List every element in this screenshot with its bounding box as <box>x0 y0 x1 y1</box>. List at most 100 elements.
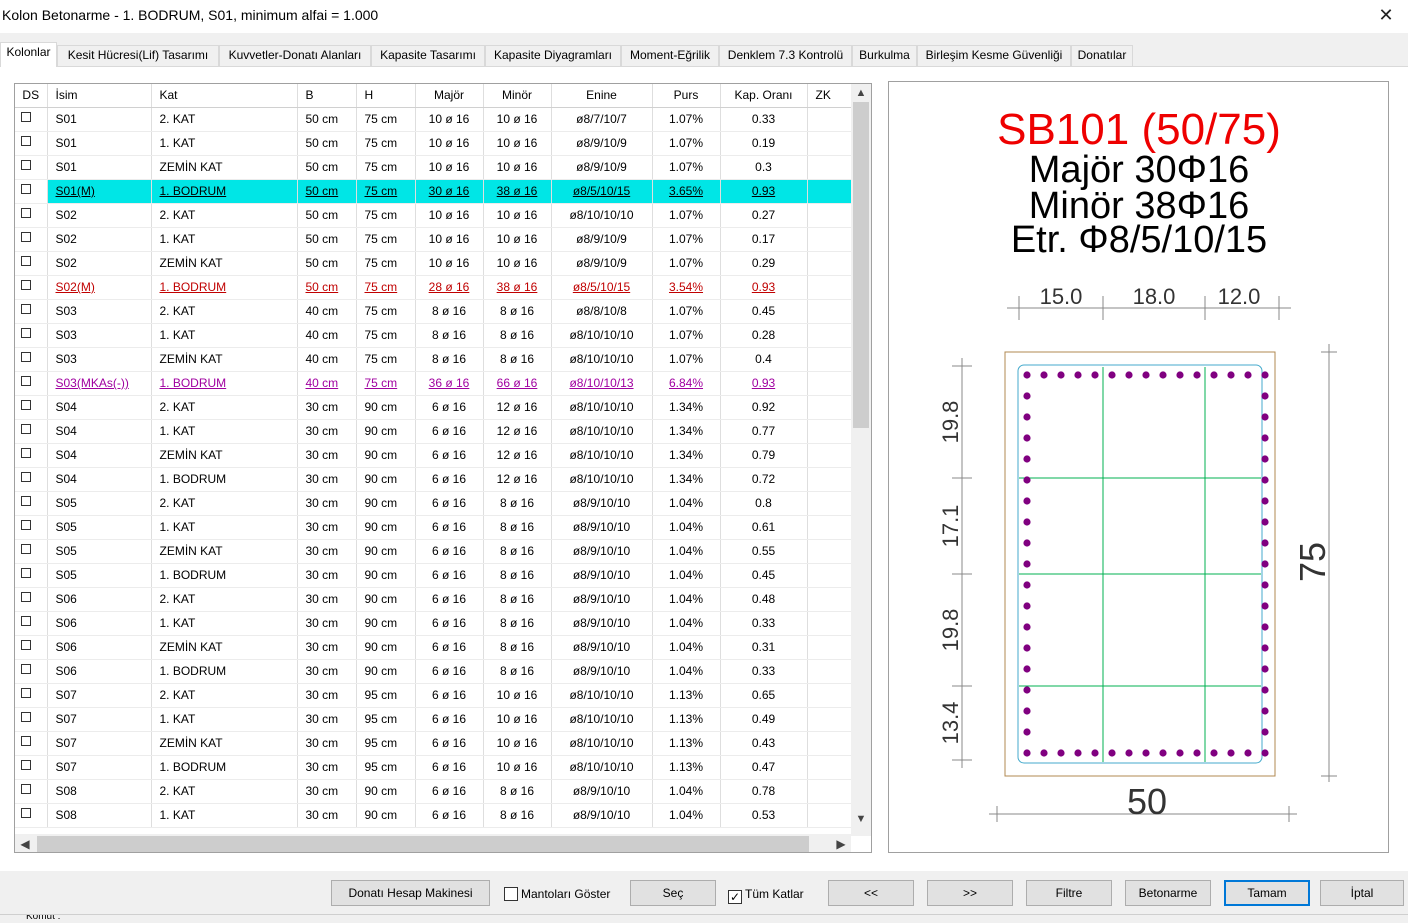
table-row[interactable]: S02 1. KAT 50 cm 75 cm 10 ø 16 10 ø 16 ø8/9/10… <box>15 227 852 252</box>
ds-checkbox[interactable] <box>21 543 31 554</box>
header-kap-orani[interactable]: Kap. Oranı <box>720 84 808 108</box>
ok-button[interactable]: Tamam <box>1224 880 1310 906</box>
ds-checkbox[interactable] <box>21 735 31 746</box>
table-row[interactable]: S07 2. KAT 30 cm 95 cm 6 ø 16 10 ø 16 ø8/10/10… <box>15 683 852 708</box>
ds-checkbox[interactable] <box>21 687 31 698</box>
table-row[interactable]: S01 1. KAT 50 cm 75 cm 10 ø 16 10 ø 16 ø8/9/10… <box>15 131 852 156</box>
filter-button[interactable]: Filtre <box>1026 880 1112 906</box>
tab-kapasite-tasarimi[interactable]: Kapasite Tasarımı <box>371 45 485 66</box>
ds-checkbox[interactable] <box>21 111 31 122</box>
table-row[interactable]: S07 1. BODRUM 30 cm 95 cm 6 ø 16 10 ø 16 ø8/10… <box>15 755 852 780</box>
table-row[interactable]: S01(M) 1. BODRUM 50 cm 75 cm 30 ø 16 38 ø 16 ø… <box>15 179 852 204</box>
tab-burkulma[interactable]: Burkulma <box>852 45 917 66</box>
cancel-button[interactable]: İptal <box>1320 880 1404 906</box>
table-row[interactable]: S01 ZEMİN KAT 50 cm 75 cm 10 ø 16 10 ø 16 ø8/9… <box>15 155 852 180</box>
ds-checkbox[interactable] <box>21 495 31 506</box>
table-row[interactable]: S06 1. KAT 30 cm 90 cm 6 ø 16 8 ø 16 ø8/9/10/1… <box>15 611 852 636</box>
ds-checkbox[interactable] <box>21 231 31 242</box>
ds-checkbox[interactable] <box>21 591 31 602</box>
header-kat[interactable]: Kat <box>151 84 298 108</box>
table-row[interactable]: S02 ZEMİN KAT 50 cm 75 cm 10 ø 16 10 ø 16 ø8/9… <box>15 251 852 276</box>
ds-checkbox[interactable] <box>21 807 31 818</box>
scroll-left-icon[interactable]: ◀ <box>15 834 35 852</box>
ds-checkbox[interactable] <box>21 615 31 626</box>
table-row[interactable]: S05 2. KAT 30 cm 90 cm 6 ø 16 8 ø 16 ø8/9/10/1… <box>15 491 852 516</box>
header-major[interactable]: Majör <box>415 84 484 108</box>
table-row[interactable]: S03(MKAs(-)) 1. BODRUM 40 cm 75 cm 36 ø 16 66… <box>15 371 852 396</box>
scroll-down-icon[interactable]: ▼ <box>851 810 871 828</box>
header-zk[interactable]: ZK <box>807 84 852 108</box>
next-button[interactable]: >> <box>927 880 1013 906</box>
header-enine[interactable]: Enine <box>551 84 653 108</box>
scroll-up-icon[interactable]: ▲ <box>851 84 871 102</box>
table-row[interactable]: S01 2. KAT 50 cm 75 cm 10 ø 16 10 ø 16 ø8/7/10… <box>15 107 852 132</box>
header-purs[interactable]: Purs <box>652 84 721 108</box>
show-jackets-checkbox[interactable]: Mantoları Göster <box>504 885 610 903</box>
ds-checkbox[interactable] <box>21 447 31 458</box>
table-row[interactable]: S06 2. KAT 30 cm 90 cm 6 ø 16 8 ø 16 ø8/9/10/1… <box>15 587 852 612</box>
table-row[interactable]: S07 ZEMİN KAT 30 cm 95 cm 6 ø 16 10 ø 16 ø8/10… <box>15 731 852 756</box>
table-row[interactable]: S04 1. KAT 30 cm 90 cm 6 ø 16 12 ø 16 ø8/10/10… <box>15 419 852 444</box>
tab-donatilar[interactable]: Donatılar <box>1071 45 1133 66</box>
table-row[interactable]: S04 1. BODRUM 30 cm 90 cm 6 ø 16 12 ø 16 ø8/10… <box>15 467 852 492</box>
table-row[interactable]: S05 ZEMİN KAT 30 cm 90 cm 6 ø 16 8 ø 16 ø8/9/1… <box>15 539 852 564</box>
table-row[interactable]: S08 1. KAT 30 cm 90 cm 6 ø 16 8 ø 16 ø8/9/10/1… <box>15 803 852 828</box>
ds-checkbox[interactable] <box>21 423 31 434</box>
table-row[interactable]: S04 2. KAT 30 cm 90 cm 6 ø 16 12 ø 16 ø8/10/10… <box>15 395 852 420</box>
all-floors-checkbox[interactable]: ✓ Tüm Katlar <box>728 885 804 904</box>
ds-checkbox[interactable] <box>21 375 31 386</box>
ds-checkbox[interactable] <box>21 183 31 194</box>
tab-kesit-hucresi[interactable]: Kesit Hücresi(Lif) Tasarımı <box>57 45 219 66</box>
table-row[interactable]: S03 2. KAT 40 cm 75 cm 8 ø 16 8 ø 16 ø8/8/10/8… <box>15 299 852 324</box>
ds-checkbox[interactable] <box>21 711 31 722</box>
table-row[interactable]: S05 1. BODRUM 30 cm 90 cm 6 ø 16 8 ø 16 ø8/9/1… <box>15 563 852 588</box>
ds-checkbox[interactable] <box>21 399 31 410</box>
ds-checkbox[interactable] <box>21 519 31 530</box>
ds-checkbox[interactable] <box>21 159 31 170</box>
ds-checkbox[interactable] <box>21 135 31 146</box>
table-row[interactable]: S08 2. KAT 30 cm 90 cm 6 ø 16 8 ø 16 ø8/9/10/1… <box>15 779 852 804</box>
ds-checkbox[interactable] <box>21 303 31 314</box>
betonarme-button[interactable]: Betonarme <box>1125 880 1211 906</box>
tab-denklem[interactable]: Denklem 7.3 Kontrolü <box>719 45 852 66</box>
table-row[interactable]: S06 ZEMİN KAT 30 cm 90 cm 6 ø 16 8 ø 16 ø8/9/1… <box>15 635 852 660</box>
ds-checkbox[interactable] <box>21 255 31 266</box>
header-ds[interactable]: DS <box>15 84 48 108</box>
table-row[interactable]: S03 ZEMİN KAT 40 cm 75 cm 8 ø 16 8 ø 16 ø8/10/… <box>15 347 852 372</box>
ds-checkbox[interactable] <box>21 663 31 674</box>
table-row[interactable]: S02 2. KAT 50 cm 75 cm 10 ø 16 10 ø 16 ø8/10/1… <box>15 203 852 228</box>
header-isim[interactable]: İsim <box>47 84 152 108</box>
previous-button[interactable]: << <box>828 880 914 906</box>
tab-kuvvetler[interactable]: Kuvvetler-Donatı Alanları <box>219 45 371 66</box>
ds-checkbox[interactable] <box>21 471 31 482</box>
horizontal-scroll-thumb[interactable] <box>37 836 809 852</box>
tab-kolonlar[interactable]: Kolonlar <box>0 42 57 67</box>
horizontal-scrollbar[interactable]: ◀ ▶ <box>15 834 851 852</box>
check-icon[interactable]: ✓ <box>728 890 742 904</box>
vertical-scrollbar[interactable]: ▲ ▼ <box>851 84 871 836</box>
header-minor[interactable]: Minör <box>483 84 552 108</box>
scroll-right-icon[interactable]: ▶ <box>831 834 851 852</box>
tab-moment-egrilik[interactable]: Moment-Eğrilik <box>621 45 719 66</box>
select-button[interactable]: Seç <box>630 880 716 906</box>
tab-birlesim[interactable]: Birleşim Kesme Güvenliği <box>917 45 1071 66</box>
table-row[interactable]: S06 1. BODRUM 30 cm 90 cm 6 ø 16 8 ø 16 ø8/9/1… <box>15 659 852 684</box>
rebar-calculator-button[interactable]: Donatı Hesap Makinesi <box>331 880 490 906</box>
ds-checkbox[interactable] <box>21 279 31 290</box>
vertical-scroll-thumb[interactable] <box>853 102 869 428</box>
tab-kapasite-diyagramlari[interactable]: Kapasite Diyagramları <box>485 45 621 66</box>
ds-checkbox[interactable] <box>21 327 31 338</box>
table-row[interactable]: S05 1. KAT 30 cm 90 cm 6 ø 16 8 ø 16 ø8/9/10/1… <box>15 515 852 540</box>
ds-checkbox[interactable] <box>21 351 31 362</box>
table-row[interactable]: S03 1. KAT 40 cm 75 cm 8 ø 16 8 ø 16 ø8/10/10/… <box>15 323 852 348</box>
header-b[interactable]: B <box>297 84 357 108</box>
ds-checkbox[interactable] <box>21 567 31 578</box>
header-h[interactable]: H <box>356 84 416 108</box>
close-icon[interactable]: ✕ <box>1374 3 1398 27</box>
table-row[interactable]: S02(M) 1. BODRUM 50 cm 75 cm 28 ø 16 38 ø 16 ø… <box>15 275 852 300</box>
table-row[interactable]: S07 1. KAT 30 cm 95 cm 6 ø 16 10 ø 16 ø8/10/10… <box>15 707 852 732</box>
table-row[interactable]: S04 ZEMİN KAT 30 cm 90 cm 6 ø 16 12 ø 16 ø8/10… <box>15 443 852 468</box>
ds-checkbox[interactable] <box>21 207 31 218</box>
show-jackets-box[interactable] <box>504 887 518 901</box>
ds-checkbox[interactable] <box>21 759 31 770</box>
